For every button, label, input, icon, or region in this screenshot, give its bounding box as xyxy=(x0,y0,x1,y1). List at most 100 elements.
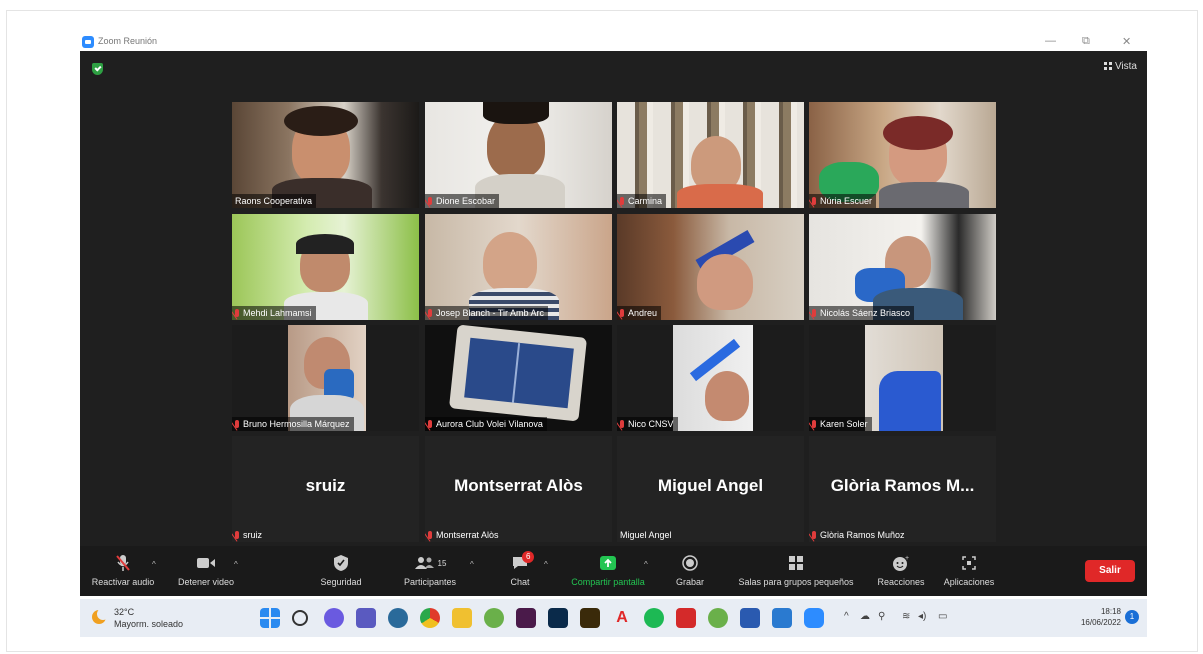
share-screen-button[interactable]: Compartir pantalla xyxy=(560,546,656,596)
zoom-icon[interactable] xyxy=(804,608,824,628)
photos-icon[interactable] xyxy=(772,608,792,628)
participant-name: Josep Blanch - Tir Amb Arc xyxy=(425,306,549,320)
acrobat-icon[interactable]: A xyxy=(612,608,632,628)
indesign-icon[interactable] xyxy=(516,608,536,628)
qgis-icon[interactable] xyxy=(484,608,504,628)
record-label: Grabar xyxy=(675,577,704,587)
clock[interactable]: 18:18 16/06/2022 xyxy=(1081,606,1121,628)
participant-name: Mehdi Lahmamsi xyxy=(232,306,316,320)
teams-icon[interactable] xyxy=(356,608,376,628)
volume-icon[interactable]: ◂) xyxy=(918,611,926,622)
participant-name: Bruno Hermosilla Márquez xyxy=(232,417,354,431)
video-tile[interactable]: Raons Cooperativa xyxy=(232,102,419,208)
video-tile[interactable]: Josep Blanch - Tir Amb Arc xyxy=(425,214,612,320)
video-tile-off[interactable]: Montserrat Alòs Montserrat Alòs xyxy=(425,436,612,542)
video-tile[interactable]: Carmina xyxy=(617,102,804,208)
share-options-chevron-icon[interactable]: ^ xyxy=(644,560,648,569)
wifi-icon[interactable]: ≋ xyxy=(902,611,910,622)
spotify-icon[interactable] xyxy=(644,608,664,628)
record-icon xyxy=(682,555,698,571)
participant-display-name: sruiz xyxy=(305,476,346,495)
word-icon[interactable] xyxy=(740,608,760,628)
participant-name: sruiz xyxy=(232,528,266,542)
video-tile-off[interactable]: sruiz sruiz xyxy=(232,436,419,542)
video-tile[interactable]: Nico CNSV xyxy=(617,325,804,431)
unmute-label: Reactivar audio xyxy=(91,577,155,587)
stop-video-button[interactable]: Detener video xyxy=(170,546,242,596)
share-screen-label: Compartir pantalla xyxy=(571,577,645,587)
video-tile[interactable]: Nicolás Sáenz Briasco xyxy=(809,214,996,320)
settings-icon[interactable] xyxy=(388,608,408,628)
minimize-button[interactable]: — xyxy=(1045,35,1056,47)
chat-button[interactable]: 6 Chat xyxy=(498,546,542,596)
video-tile[interactable]: Andreu xyxy=(617,214,804,320)
reactions-emoji-icon: + xyxy=(893,555,909,571)
files-icon[interactable] xyxy=(452,608,472,628)
security-shield-icon xyxy=(334,555,348,571)
muted-mic-icon xyxy=(812,420,816,428)
acrobat-reader-icon[interactable] xyxy=(676,608,696,628)
participant-name: Montserrat Alòs xyxy=(425,528,503,542)
video-tile[interactable]: Karen Soler xyxy=(809,325,996,431)
stop-video-label: Detener video xyxy=(177,577,235,587)
participant-name: Andreu xyxy=(617,306,662,320)
muted-mic-icon xyxy=(428,197,432,205)
apps-button[interactable]: Aplicaciones xyxy=(936,546,1002,596)
muted-mic-icon xyxy=(812,197,816,205)
chrome-icon[interactable] xyxy=(420,608,440,628)
restore-button[interactable]: ⧉ xyxy=(1082,35,1090,48)
participants-chevron-icon[interactable]: ^ xyxy=(470,560,474,569)
video-tile-off[interactable]: Miguel Angel Miguel Angel xyxy=(617,436,804,542)
muted-mic-icon xyxy=(812,531,816,539)
reactions-label: Reacciones xyxy=(877,577,925,587)
participant-name: Nico CNSV xyxy=(617,417,678,431)
windows-start-icon[interactable] xyxy=(260,608,280,628)
apps-icon xyxy=(962,556,976,570)
close-button[interactable]: ✕ xyxy=(1122,35,1131,48)
video-tile[interactable]: Aurora Club Volei Vilanova xyxy=(425,325,612,431)
illustrator-icon[interactable] xyxy=(580,608,600,628)
weather-condition: Mayorm. soleado xyxy=(114,619,184,629)
view-button[interactable]: Vista xyxy=(1103,61,1137,72)
video-tile[interactable]: Dione Escobar xyxy=(425,102,612,208)
reactions-button[interactable]: + Reacciones xyxy=(872,546,930,596)
security-label: Seguridad xyxy=(320,577,362,587)
search-icon[interactable] xyxy=(292,610,308,626)
mic-muted-icon xyxy=(116,555,130,571)
participants-button[interactable]: 15 Participantes xyxy=(390,546,470,596)
chat-badge: 6 xyxy=(522,551,535,563)
notifications-badge[interactable]: 1 xyxy=(1125,610,1139,624)
participant-display-name: Miguel Angel xyxy=(657,476,764,495)
photoshop-icon[interactable] xyxy=(548,608,568,628)
security-button[interactable]: Seguridad xyxy=(308,546,374,596)
windows-taskbar: 32°C Mayorm. soleado A ^ ☁ ⚲ ≋ ◂) ▭ 18:18… xyxy=(80,599,1147,637)
security-shield-icon[interactable] xyxy=(92,63,103,75)
muted-mic-icon xyxy=(428,309,432,317)
breakout-rooms-button[interactable]: Salas para grupos pequeños xyxy=(726,546,866,596)
leave-meeting-button[interactable]: Salir xyxy=(1085,560,1135,582)
muted-mic-icon xyxy=(428,531,432,539)
video-camera-icon xyxy=(197,558,215,568)
participants-label: Participantes xyxy=(403,577,457,587)
video-tile[interactable]: Bruno Hermosilla Márquez xyxy=(232,325,419,431)
grid-icon xyxy=(1103,62,1112,70)
video-options-chevron-icon[interactable]: ^ xyxy=(234,560,238,569)
audio-options-chevron-icon[interactable]: ^ xyxy=(152,560,156,569)
muted-mic-icon xyxy=(620,309,624,317)
location-icon[interactable]: ⚲ xyxy=(878,611,885,622)
video-tile[interactable]: Núria Escuer xyxy=(809,102,996,208)
video-tile-off[interactable]: Glòria Ramos M... Glòria Ramos Muñoz xyxy=(809,436,996,542)
qgis-icon[interactable] xyxy=(708,608,728,628)
tray-overflow-icon[interactable]: ^ xyxy=(844,611,849,622)
video-tile[interactable]: Mehdi Lahmamsi xyxy=(232,214,419,320)
chat-icon[interactable] xyxy=(324,608,344,628)
record-button[interactable]: Grabar xyxy=(666,546,714,596)
participant-name: Núria Escuer xyxy=(809,194,877,208)
view-label: Vista xyxy=(1114,61,1137,72)
battery-icon[interactable]: ▭ xyxy=(938,611,947,622)
unmute-button[interactable]: Reactivar audio xyxy=(84,546,162,596)
cloud-icon[interactable]: ☁ xyxy=(860,611,870,622)
breakout-rooms-label: Salas para grupos pequeños xyxy=(738,577,854,587)
chat-chevron-icon[interactable]: ^ xyxy=(544,560,548,569)
participant-display-name: Montserrat Alòs xyxy=(454,476,583,495)
